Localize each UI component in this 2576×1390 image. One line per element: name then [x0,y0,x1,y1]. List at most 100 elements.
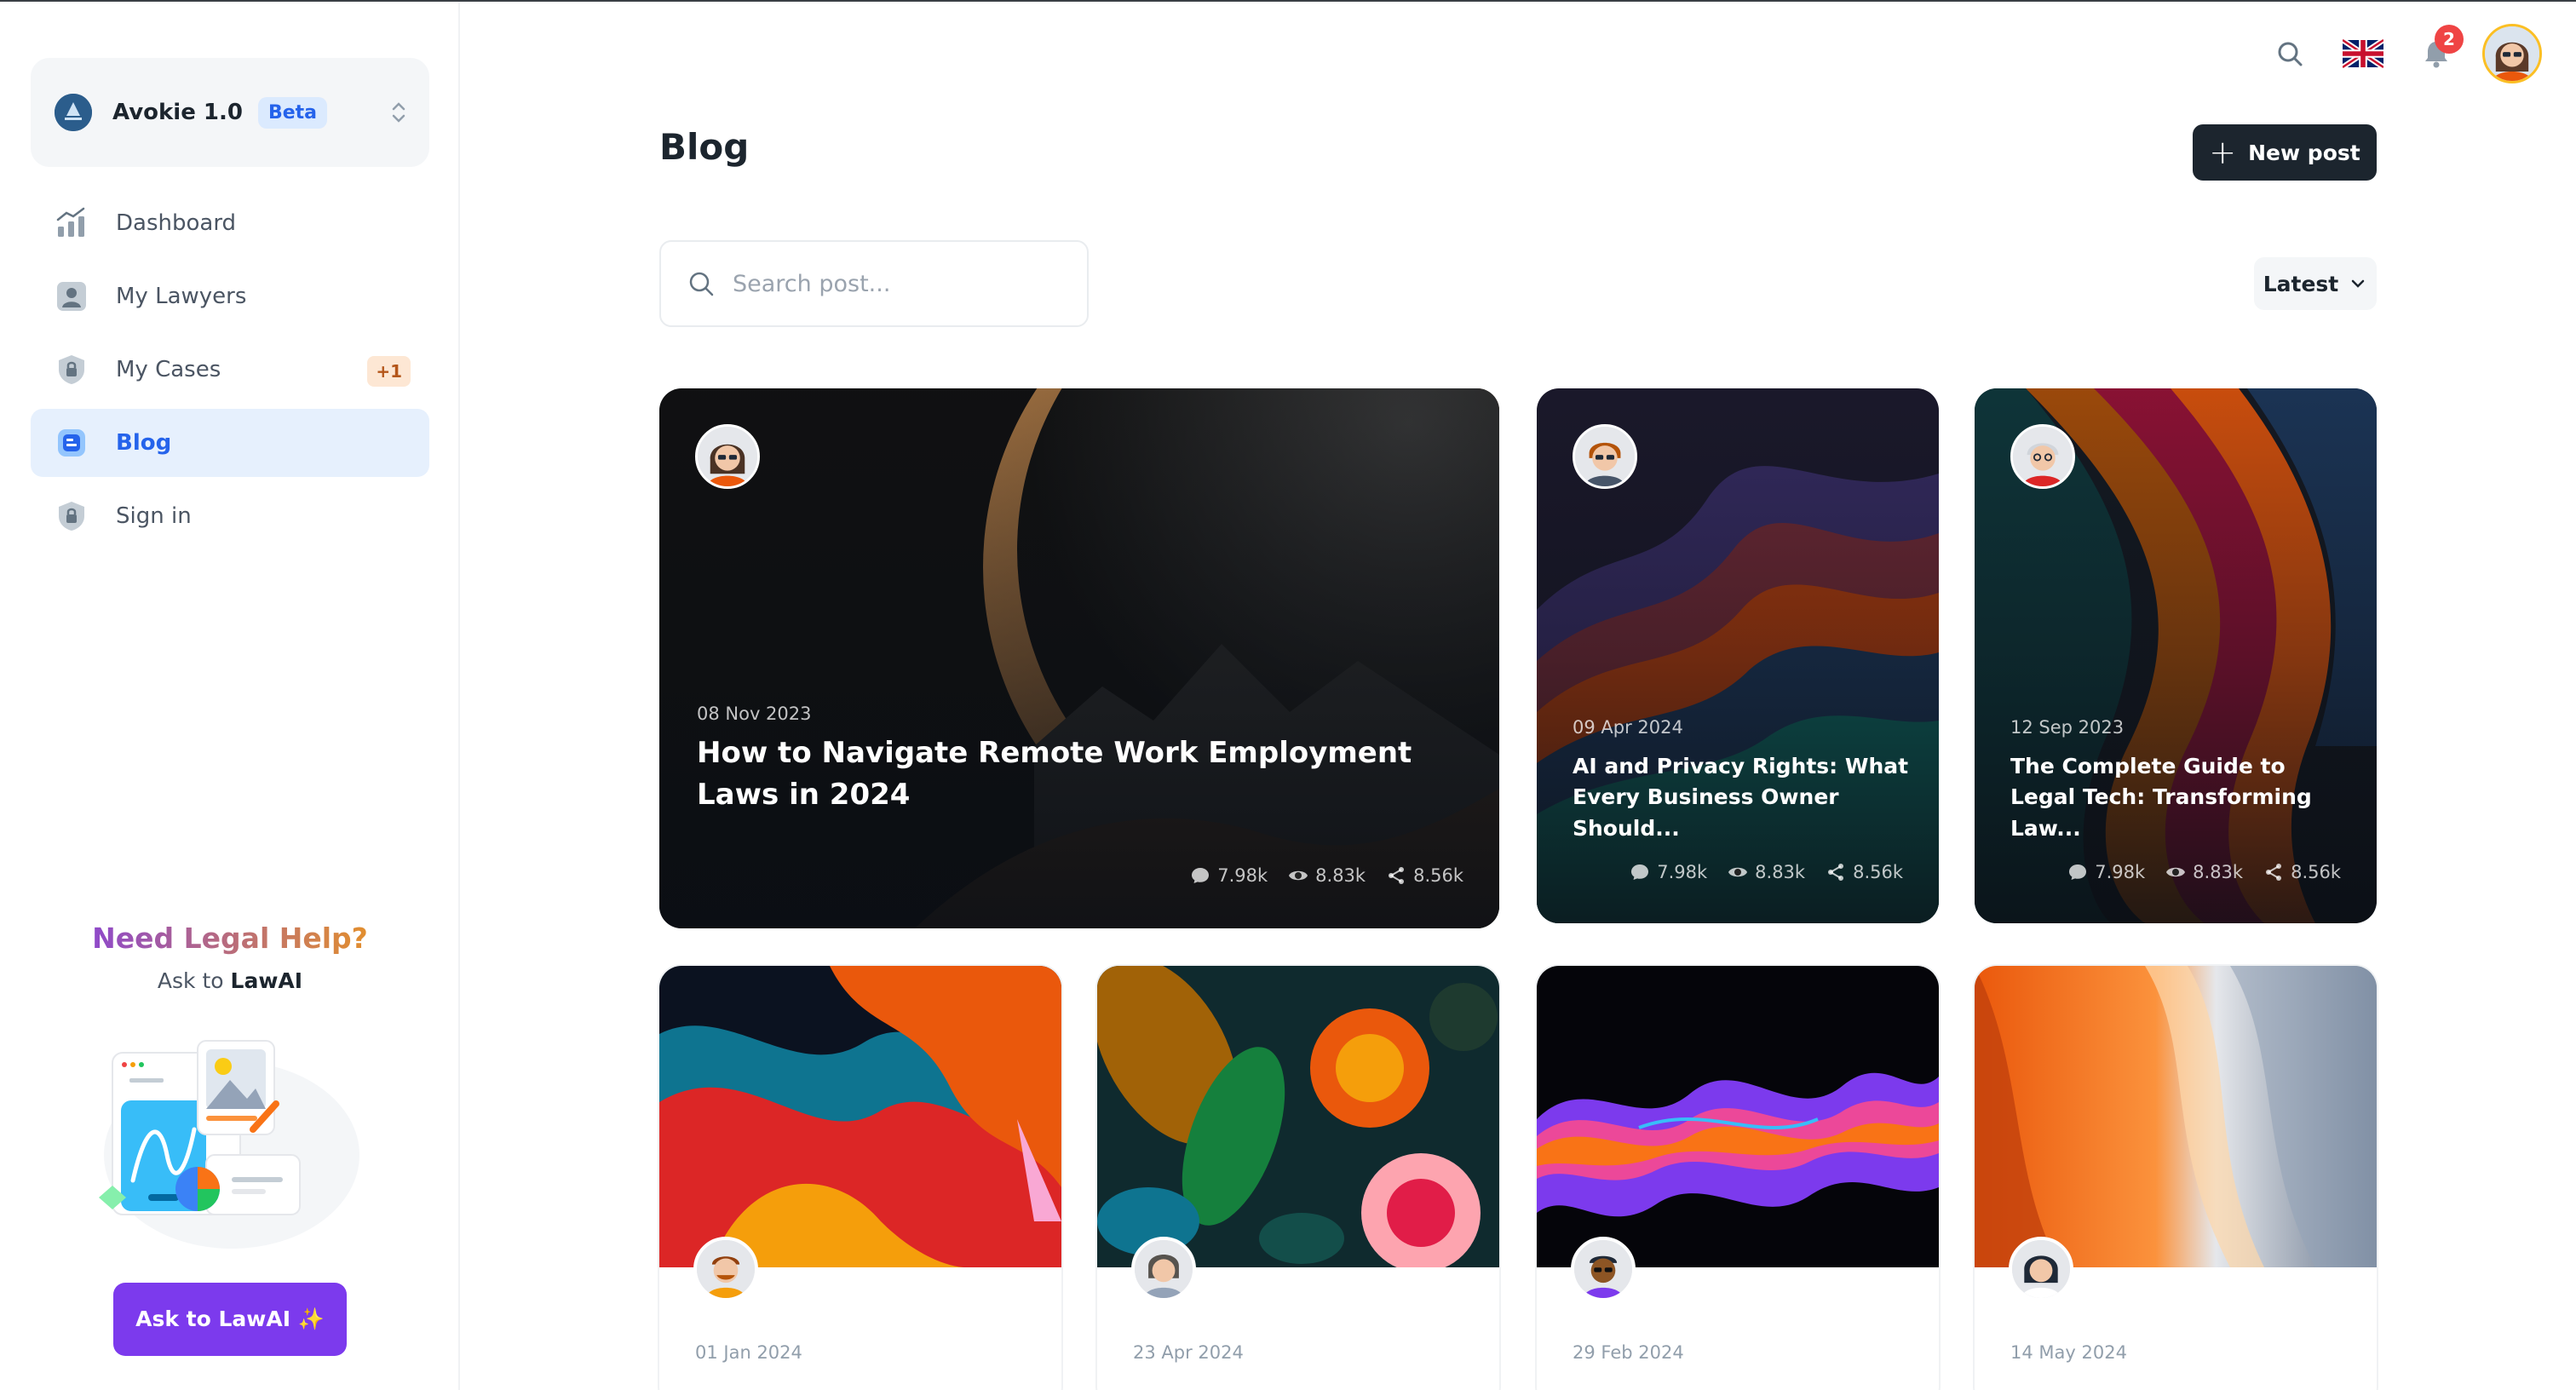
header-actions: 2 [2244,24,2542,83]
post-card[interactable]: 01 Jan 2024 [659,966,1061,1390]
sidebar-item-blog[interactable]: Blog [31,409,429,477]
help-illustration [78,1027,385,1317]
post-stats: 7.98k 8.83k 8.56k [1609,862,1903,882]
share-icon [1389,867,1405,884]
shares-count: 8.56k [1413,865,1463,886]
comments-count: 7.98k [1657,862,1708,882]
new-post-button[interactable]: + New post [2193,124,2377,181]
sidebar-item-my-cases[interactable]: My Cases +1 [31,336,429,404]
chart-icon [55,206,89,240]
author-avatar[interactable] [693,1237,758,1301]
new-post-label: New post [2248,140,2360,165]
ask-lawai-button[interactable]: Ask to LawAI ✨ [113,1283,347,1356]
views-count: 8.83k [1315,865,1366,886]
bell-icon[interactable]: 2 [2409,25,2464,81]
sidebar-item-label: Blog [116,430,172,456]
sidebar-item-sign-in[interactable]: Sign in [31,482,429,550]
shares-stat: 8.56k [1386,865,1463,886]
help-panel: Need Legal Help? Ask to LawAI Ask to Law… [31,922,429,1356]
share-icon [2266,864,2282,881]
search-icon[interactable] [2263,26,2317,81]
shares-count: 8.56k [1853,862,1903,882]
author-avatar[interactable] [695,424,760,489]
comments-stat: 7.98k [1190,865,1268,886]
user-avatar[interactable] [2482,24,2542,83]
post-card[interactable]: 14 May 2024 [1975,966,2377,1390]
search-box [659,240,1089,327]
comments-stat: 7.98k [2067,862,2145,882]
sidebar-item-label: My Lawyers [116,284,247,309]
chevron-down-icon [2352,279,2365,288]
sidebar-nav: Dashboard My Lawyers My Cases +1 Blog Si… [31,189,429,555]
help-subtitle: Ask to LawAI [31,968,429,993]
workspace-switcher[interactable]: Avokie 1.0 Beta [31,58,429,167]
post-card[interactable]: 29 Feb 2024 [1537,966,1939,1390]
comments-count: 7.98k [1217,865,1268,886]
post-title[interactable]: The Complete Guide to Legal Tech: Transf… [2010,751,2351,844]
help-subtitle-brand: LawAI [230,968,303,993]
shares-stat: 8.56k [2263,862,2341,882]
page-title: Blog [659,126,750,168]
user-icon [55,279,89,313]
views-count: 8.83k [1755,862,1806,882]
author-avatar[interactable] [1571,1237,1636,1301]
eye-icon [1289,870,1308,881]
eye-icon [1728,867,1748,877]
post-date: 23 Apr 2024 [1133,1342,1244,1363]
post-cover-image [1537,966,1939,1267]
post-title[interactable]: AI and Privacy Rights: What Every Busine… [1573,751,1913,844]
sidebar-item-dashboard[interactable]: Dashboard [31,189,429,257]
cases-count-badge: +1 [367,356,411,387]
uk-flag-icon[interactable] [2336,26,2390,81]
comment-icon [1192,868,1210,883]
author-avatar[interactable] [1131,1237,1196,1301]
workspace-badge: Beta [257,96,328,129]
featured-post-card[interactable]: 09 Apr 2024 AI and Privacy Rights: What … [1537,388,1939,923]
comments-stat: 7.98k [1630,862,1707,882]
lock-icon [55,499,89,533]
comment-icon [1631,864,1649,880]
shares-stat: 8.56k [1826,862,1903,882]
post-date: 09 Apr 2024 [1573,717,1683,738]
chevron-updown-icon [392,102,405,123]
views-stat: 8.83k [2165,862,2243,882]
post-date: 01 Jan 2024 [695,1342,802,1363]
search-icon [689,272,714,296]
author-avatar[interactable] [1573,424,1637,489]
sort-dropdown[interactable]: Latest [2254,257,2377,310]
post-cover-image [1975,966,2377,1267]
cover-overlay [659,388,1499,928]
post-date: 08 Nov 2023 [697,704,812,724]
sort-label: Latest [2263,271,2339,296]
author-avatar[interactable] [2010,424,2075,489]
views-stat: 8.83k [1288,865,1366,886]
featured-post-card[interactable]: 12 Sep 2023 The Complete Guide to Legal … [1975,388,2377,923]
post-card[interactable]: 23 Apr 2024 [1097,966,1499,1390]
post-date: 29 Feb 2024 [1573,1342,1684,1363]
sidebar-item-my-lawyers[interactable]: My Lawyers [31,262,429,330]
shares-count: 8.56k [2291,862,2341,882]
lock-icon [55,353,89,387]
post-title[interactable]: How to Navigate Remote Work Employment L… [697,732,1463,817]
sidebar-item-label: Dashboard [116,210,237,236]
sidebar: Avokie 1.0 Beta Dashboard My Lawyers My … [0,2,460,1390]
help-title: Need Legal Help? [31,922,429,955]
blog-icon [55,426,89,460]
views-count: 8.83k [2193,862,2244,882]
featured-post-card[interactable]: 08 Nov 2023 How to Navigate Remote Work … [659,388,1499,928]
workspace-name: Avokie 1.0 [112,100,243,125]
comment-icon [2069,864,2087,880]
comments-count: 7.98k [2095,862,2146,882]
sidebar-item-label: Sign in [116,503,192,529]
post-cover-image [1097,966,1499,1267]
plus-icon: + [2209,134,2237,171]
post-date: 12 Sep 2023 [2010,717,2125,738]
views-stat: 8.83k [1728,862,1805,882]
author-avatar[interactable] [2009,1237,2073,1301]
share-icon [1828,864,1844,881]
notification-count-badge: 2 [2435,25,2464,54]
search-input[interactable] [733,270,1056,297]
workspace-logo-icon [55,94,92,131]
sidebar-item-label: My Cases [116,357,221,382]
eye-icon [2166,867,2186,877]
